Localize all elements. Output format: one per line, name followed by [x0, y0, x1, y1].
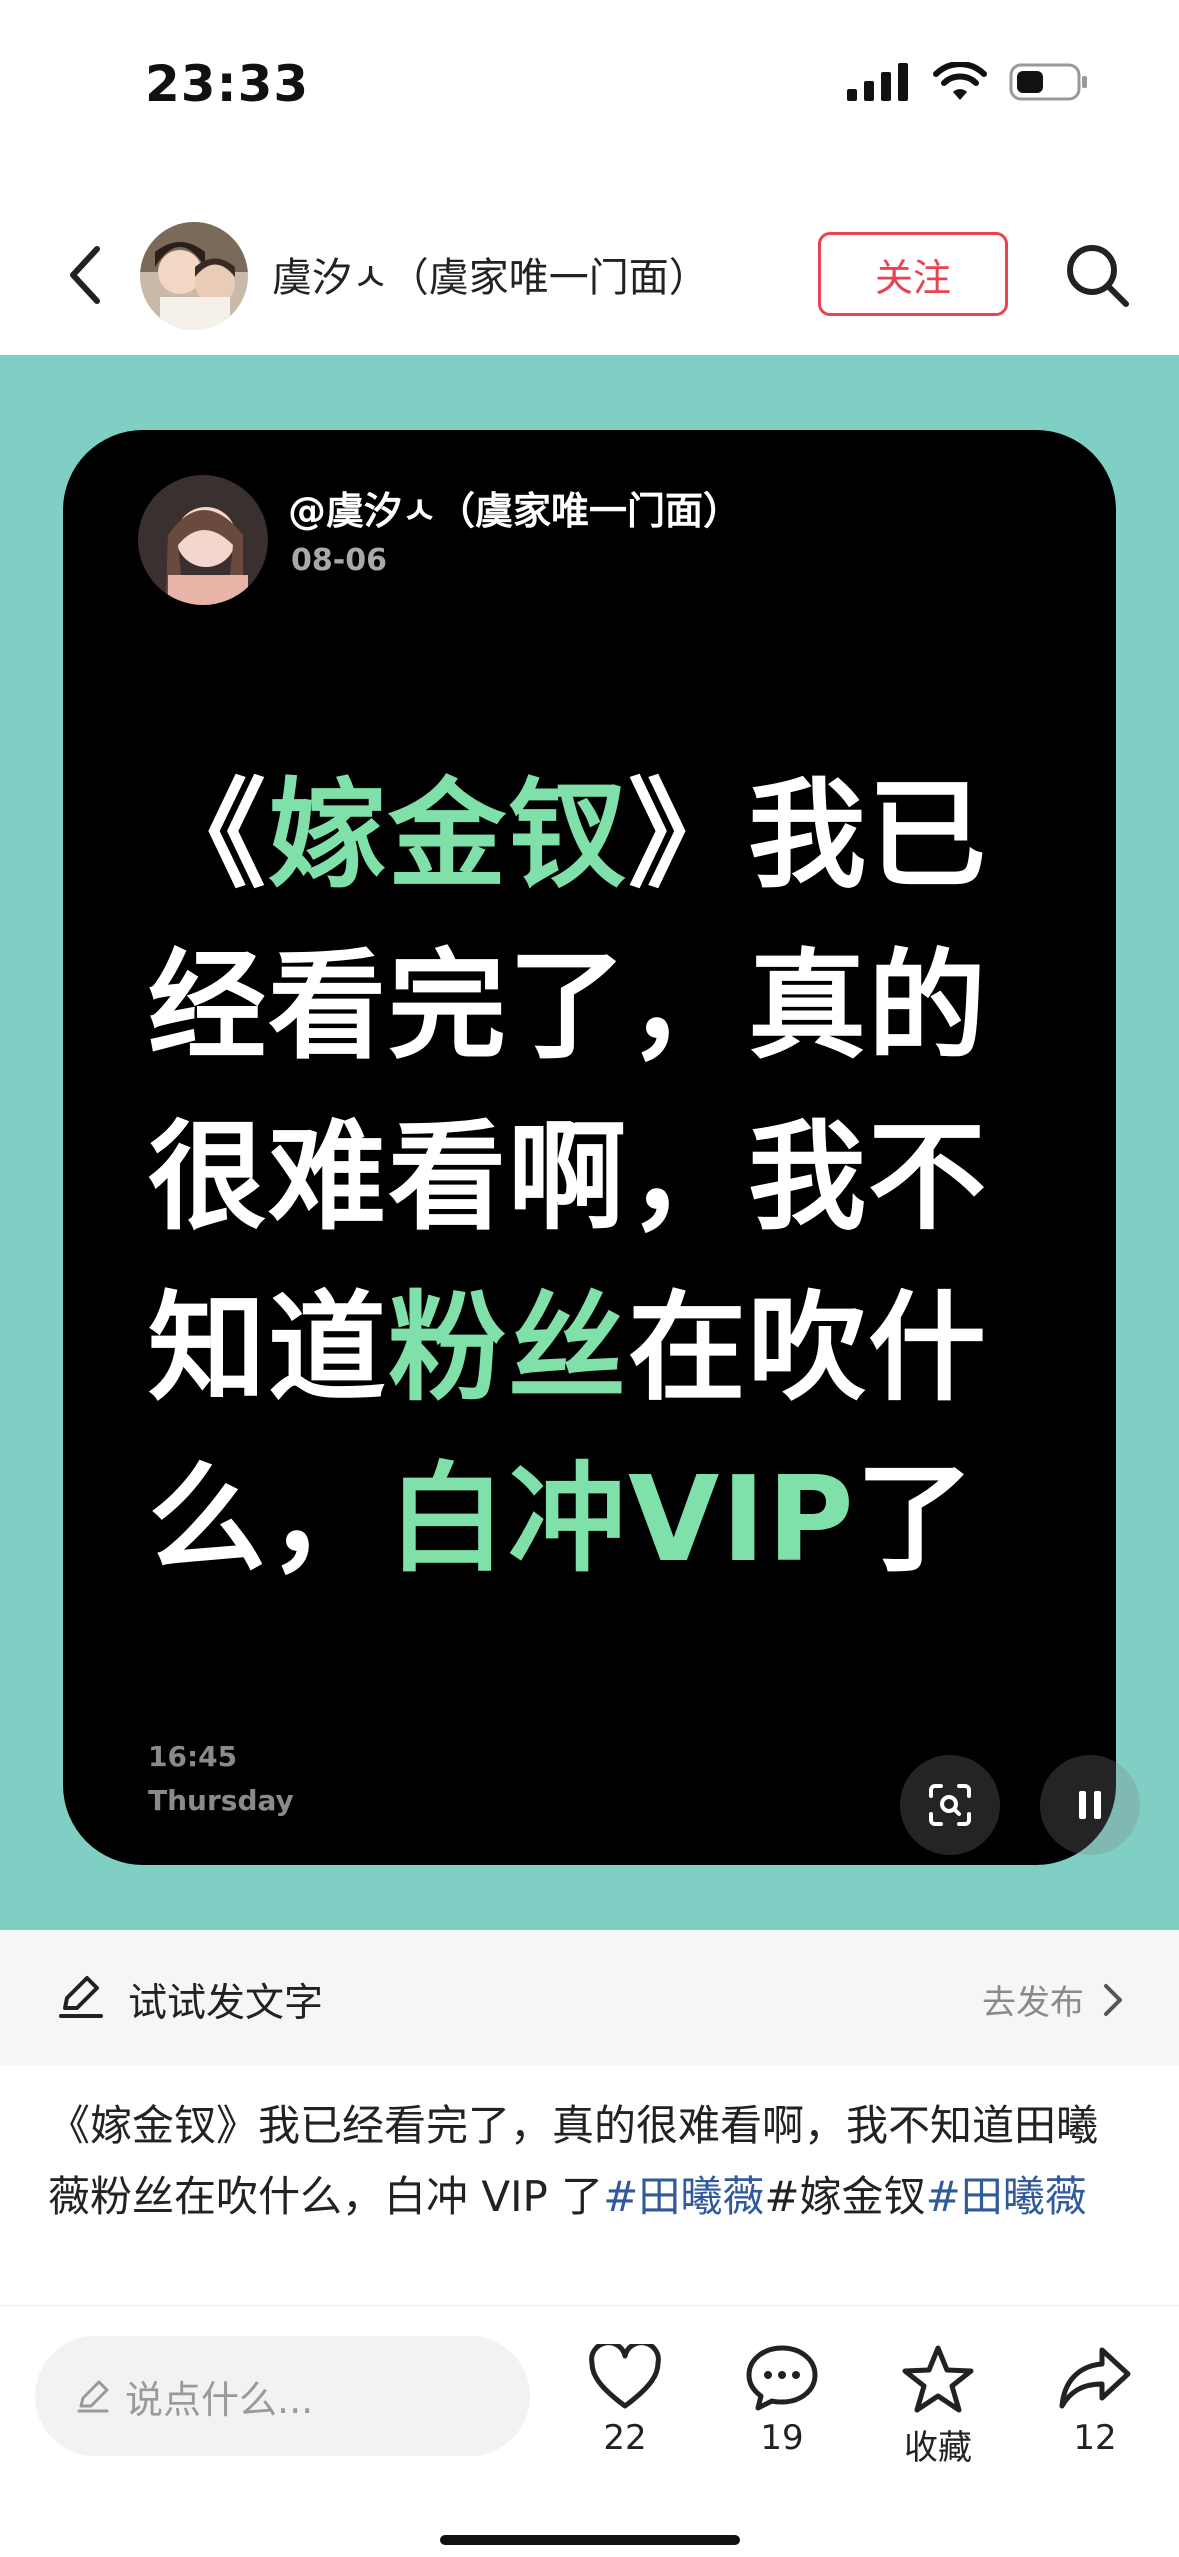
card-text-highlight: 嫁金钗 — [268, 766, 629, 904]
card-time: 16:45 — [148, 1740, 238, 1773]
comment-icon — [746, 2345, 818, 2411]
comment-count: 19 — [760, 2418, 804, 2458]
comment-placeholder: 说点什么... — [125, 2377, 314, 2422]
hashtag-link[interactable]: #嫁金钗 — [764, 2172, 925, 2221]
card-main-text: 《嫁金钗》我已经看完了，真的很难看啊，我不知道粉丝在吹什么，白冲VIP了 — [148, 750, 1098, 1605]
home-indicator — [439, 2535, 740, 2545]
star-icon — [902, 2345, 974, 2413]
heart-icon — [589, 2344, 661, 2409]
image-search-button[interactable] — [900, 1755, 1000, 1855]
card-text-highlight: 白冲VIP — [388, 1450, 856, 1588]
follow-button[interactable]: 关注 — [818, 232, 1008, 316]
share-count: 12 — [1073, 2418, 1117, 2458]
status-bar: 23:33 — [0, 0, 1179, 170]
pause-button[interactable] — [1040, 1755, 1140, 1855]
card-text-segment: 《 — [148, 766, 269, 904]
post-caption: 《嫁金钗》我已经看完了，真的很难看啊，我不知道田曦薇粉丝在吹什么，白冲 VIP … — [48, 2090, 1138, 2232]
signal-icon — [847, 63, 908, 101]
comment-button[interactable]: 19 — [722, 2344, 842, 2458]
pen-icon — [75, 2378, 111, 2414]
go-publish-label: 去发布 — [982, 1983, 1084, 2023]
pause-icon — [1079, 1791, 1101, 1819]
search-icon — [1067, 245, 1129, 307]
author-avatar[interactable] — [140, 222, 248, 330]
card-text-segment: 了 — [855, 1450, 976, 1588]
top-nav: 虞汐ㅅ（虞家唯一门面） 关注 — [0, 205, 1179, 345]
media-area[interactable]: @虞汐ㅅ（虞家唯一门面） 08-06 《嫁金钗》我已经看完了，真的很难看啊，我不… — [0, 355, 1179, 1930]
card-timestamp: 16:45 Thursday — [148, 1735, 294, 1823]
pen-icon — [59, 1976, 103, 2018]
share-icon — [1059, 2347, 1131, 2409]
hashtag-link[interactable]: #田曦薇 — [926, 2172, 1087, 2221]
comment-input[interactable]: 说点什么... — [35, 2336, 530, 2456]
author-name[interactable]: 虞汐ㅅ（虞家唯一门面） — [272, 245, 709, 303]
favorite-button[interactable]: 收藏 — [878, 2344, 998, 2469]
try-post-bar[interactable]: 试试发文字 去发布 — [0, 1930, 1179, 2065]
go-publish-link[interactable]: 去发布 — [982, 1975, 1124, 2024]
card-handle: @虞汐ㅅ（虞家唯一门面） — [288, 489, 741, 533]
back-arrow-icon — [70, 246, 100, 304]
status-icons — [847, 62, 1089, 102]
search-button[interactable] — [1055, 233, 1139, 317]
battery-icon — [1009, 63, 1087, 101]
card-date: 08-06 — [291, 543, 387, 578]
back-button[interactable] — [45, 235, 125, 315]
card-avatar — [138, 475, 268, 605]
chevron-right-icon — [1104, 1983, 1122, 2016]
share-button[interactable]: 12 — [1035, 2344, 1155, 2458]
like-count: 22 — [603, 2418, 647, 2458]
bottom-action-bar: 说点什么... 22 19 收藏 12 — [0, 2305, 1179, 2557]
scan-icon — [929, 1784, 971, 1826]
like-button[interactable]: 22 — [565, 2344, 685, 2458]
favorite-label: 收藏 — [904, 2428, 972, 2468]
status-time: 23:33 — [145, 55, 310, 113]
card-weekday: Thursday — [148, 1784, 294, 1817]
card-text-highlight: 粉丝 — [388, 1279, 629, 1417]
hashtag-link[interactable]: #田曦薇 — [603, 2172, 764, 2221]
wifi-icon — [933, 62, 987, 100]
try-post-label: 试试发文字 — [128, 1981, 324, 2026]
post-image-card: @虞汐ㅅ（虞家唯一门面） 08-06 《嫁金钗》我已经看完了，真的很难看啊，我不… — [63, 430, 1116, 1865]
